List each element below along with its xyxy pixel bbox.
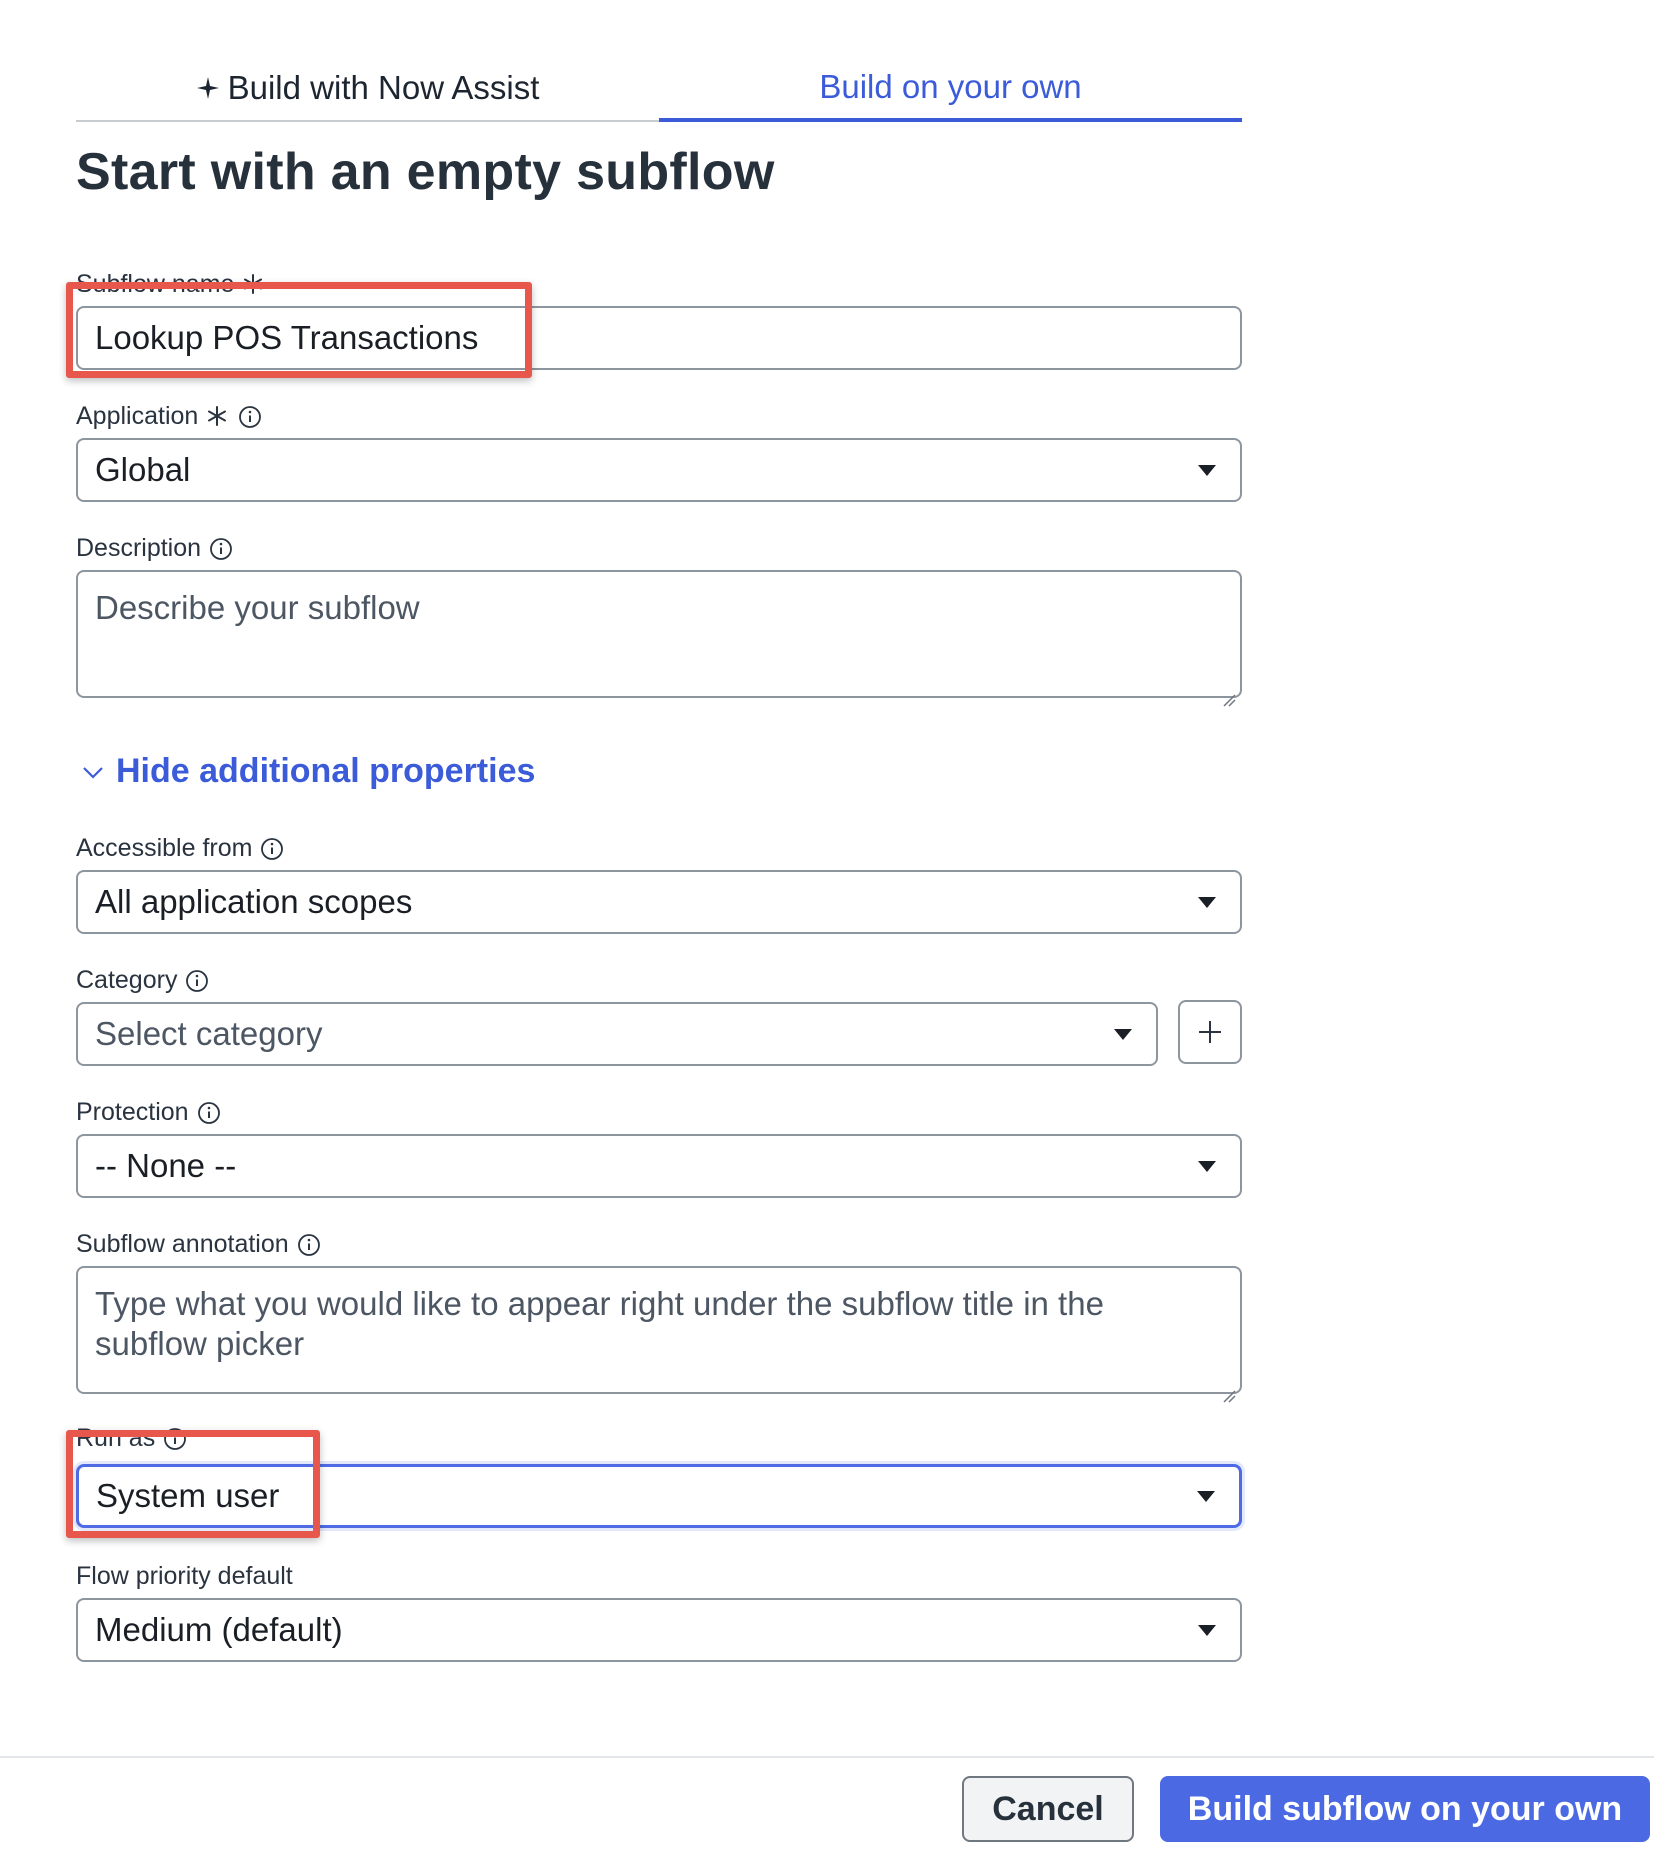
info-icon[interactable] <box>197 1101 221 1125</box>
dropdown-caret-icon <box>1114 1029 1132 1040</box>
application-select[interactable]: Global <box>76 438 1242 502</box>
tab-label: Build on your own <box>819 68 1082 105</box>
tab-bar: Build with Now Assist Build on your own <box>76 56 1242 122</box>
tab-build-with-now-assist[interactable]: Build with Now Assist <box>76 56 659 122</box>
description-label: Description <box>76 534 233 563</box>
chevron-down-icon <box>80 759 106 785</box>
resize-grip-icon[interactable] <box>1220 1372 1236 1403</box>
category-select[interactable]: Select category <box>76 1002 1158 1066</box>
dropdown-caret-icon <box>1198 1625 1216 1636</box>
tab-label: Build with Now Assist <box>227 69 540 106</box>
required-asterisk-icon <box>242 273 266 297</box>
info-icon[interactable] <box>297 1233 321 1257</box>
info-icon[interactable] <box>260 837 284 861</box>
add-category-button[interactable] <box>1178 1000 1242 1064</box>
protection-label: Protection <box>76 1098 221 1127</box>
accessible-from-label: Accessible from <box>76 834 284 863</box>
description-textarea[interactable]: Describe your subflow <box>76 570 1242 707</box>
dropdown-caret-icon <box>1198 465 1216 476</box>
page-title: Start with an empty subflow <box>76 143 775 201</box>
info-icon[interactable] <box>163 1427 187 1451</box>
application-label: Application <box>76 402 262 431</box>
info-icon[interactable] <box>209 537 233 561</box>
category-label: Category <box>76 966 209 995</box>
dropdown-caret-icon <box>1198 1161 1216 1172</box>
flow-priority-label: Flow priority default <box>76 1562 293 1590</box>
protection-select[interactable]: -- None -- <box>76 1134 1242 1198</box>
resize-grip-icon[interactable] <box>1220 676 1236 707</box>
dropdown-caret-icon <box>1198 897 1216 908</box>
subflow-annotation-label: Subflow annotation <box>76 1230 321 1259</box>
sparkle-icon <box>196 76 220 100</box>
hide-additional-properties-toggle[interactable]: Hide additional properties <box>80 752 535 791</box>
accessible-from-select[interactable]: All application scopes <box>76 870 1242 934</box>
run-as-label: Run as <box>76 1424 187 1453</box>
info-icon[interactable] <box>238 405 262 429</box>
dropdown-caret-icon <box>1197 1491 1215 1502</box>
build-subflow-button[interactable]: Build subflow on your own <box>1160 1776 1650 1842</box>
info-icon[interactable] <box>185 969 209 993</box>
flow-priority-select[interactable]: Medium (default) <box>76 1598 1242 1662</box>
create-subflow-dialog: Build with Now Assist Build on your own … <box>0 0 1654 1850</box>
tab-build-on-your-own[interactable]: Build on your own <box>659 56 1242 122</box>
footer-divider <box>0 1756 1654 1758</box>
run-as-select[interactable]: System user <box>76 1464 1242 1528</box>
required-asterisk-icon <box>206 405 230 429</box>
cancel-button[interactable]: Cancel <box>962 1776 1134 1842</box>
plus-icon <box>1196 1018 1224 1046</box>
subflow-annotation-textarea[interactable]: Type what you would like to appear right… <box>76 1266 1242 1403</box>
subflow-name-label: Subflow name <box>76 270 266 299</box>
subflow-name-input[interactable]: Lookup POS Transactions <box>76 306 1242 370</box>
